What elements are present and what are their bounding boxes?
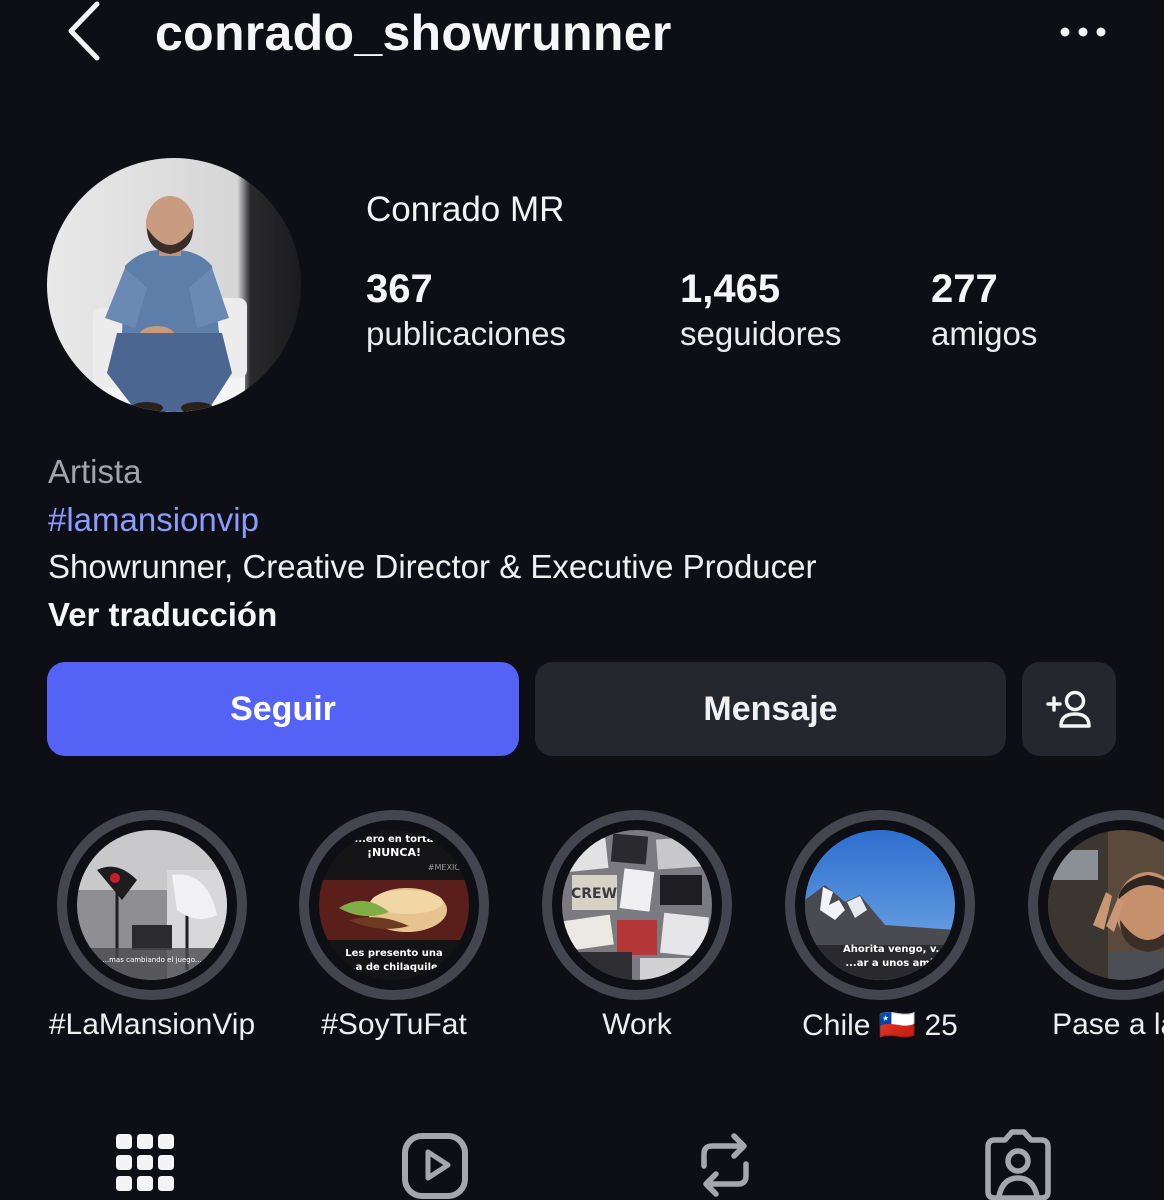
highlight-cover-caption: ...mas cambiando el juego... bbox=[102, 956, 201, 964]
bio-hashtag-link[interactable]: #lamansionvip bbox=[48, 496, 817, 544]
highlight-cover-text: Les presento una bbox=[345, 948, 442, 959]
highlight-cover-sign: CREW bbox=[571, 886, 617, 902]
stat-friends-count: 277 bbox=[931, 267, 998, 311]
see-translation-link[interactable]: Ver traducción bbox=[48, 591, 817, 639]
stat-followers-count: 1,465 bbox=[680, 267, 781, 311]
profile-username: conrado_showrunner bbox=[155, 5, 672, 61]
display-name: Conrado MR bbox=[366, 190, 565, 229]
more-options-button[interactable] bbox=[1052, 10, 1114, 54]
highlight-cover-tag: #MEXICO bbox=[428, 863, 466, 872]
tagged-icon bbox=[985, 1129, 1051, 1200]
profile-page: conrado_showrunner Conrado MR 367 public… bbox=[0, 0, 1164, 1200]
tab-reposts[interactable] bbox=[685, 1128, 765, 1200]
tab-tagged[interactable] bbox=[978, 1128, 1058, 1200]
stat-posts[interactable]: 367 publicaciones bbox=[366, 266, 566, 356]
avatar-photo bbox=[47, 158, 301, 412]
bio-category: Artista bbox=[48, 453, 142, 490]
highlight-cover: Ahorita vengo, v... ...ar a unos ami... bbox=[805, 830, 955, 980]
chevron-left-icon bbox=[68, 1, 100, 61]
highlight-cover: ...ero en torta ¡NUNCA! #MEXICO Les pres… bbox=[319, 830, 469, 980]
back-button[interactable] bbox=[58, 0, 108, 62]
header: conrado_showrunner bbox=[0, 0, 1164, 70]
highlight-cover: ...mas cambiando el juego... bbox=[77, 830, 227, 980]
suggest-users-button[interactable] bbox=[1022, 662, 1116, 756]
more-horizontal-icon bbox=[1060, 27, 1106, 37]
profile-avatar[interactable] bbox=[47, 158, 301, 412]
highlight-ring: CREW bbox=[542, 810, 732, 1000]
tab-reels[interactable] bbox=[395, 1128, 475, 1200]
message-button[interactable]: Mensaje bbox=[535, 662, 1006, 756]
stat-posts-label: publicaciones bbox=[366, 315, 566, 352]
highlight-ring bbox=[1028, 810, 1164, 1000]
stat-friends[interactable]: 277 amigos bbox=[931, 266, 1037, 356]
stat-friends-label: amigos bbox=[931, 315, 1038, 352]
highlight-cover-text: ...a de chilaquiles bbox=[344, 962, 444, 973]
highlight-ring: ...ero en torta ¡NUNCA! #MEXICO Les pres… bbox=[299, 810, 489, 1000]
highlight-cover-caption: Ahorita vengo, v... bbox=[843, 944, 947, 955]
reposts-icon bbox=[701, 1133, 749, 1197]
highlight-cover-text: ...ero en torta bbox=[355, 834, 434, 845]
highlight-cover-caption: ...ar a unos ami... bbox=[845, 958, 944, 969]
reels-icon bbox=[402, 1133, 468, 1199]
highlight-cover bbox=[1048, 830, 1164, 980]
grid-icon bbox=[116, 1134, 174, 1191]
stat-followers-label: seguidores bbox=[680, 315, 842, 352]
highlight-cover: CREW bbox=[562, 830, 712, 980]
stat-posts-count: 367 bbox=[366, 267, 433, 311]
person-add-icon bbox=[1046, 690, 1091, 728]
tab-posts-grid[interactable] bbox=[105, 1128, 185, 1200]
follow-button[interactable]: Seguir bbox=[47, 662, 519, 756]
profile-bio: Artista #lamansionvip Showrunner, Creati… bbox=[48, 448, 817, 638]
highlight-cover-text: ¡NUNCA! bbox=[367, 846, 421, 859]
highlight-label: Pase a la f bbox=[1052, 1008, 1164, 1041]
bio-description: Showrunner, Creative Director & Executiv… bbox=[48, 548, 817, 585]
highlight-ring: Ahorita vengo, v... ...ar a unos ami... bbox=[785, 810, 975, 1000]
stat-followers[interactable]: 1,465 seguidores bbox=[680, 266, 841, 356]
highlight-ring: ...mas cambiando el juego... bbox=[57, 810, 247, 1000]
